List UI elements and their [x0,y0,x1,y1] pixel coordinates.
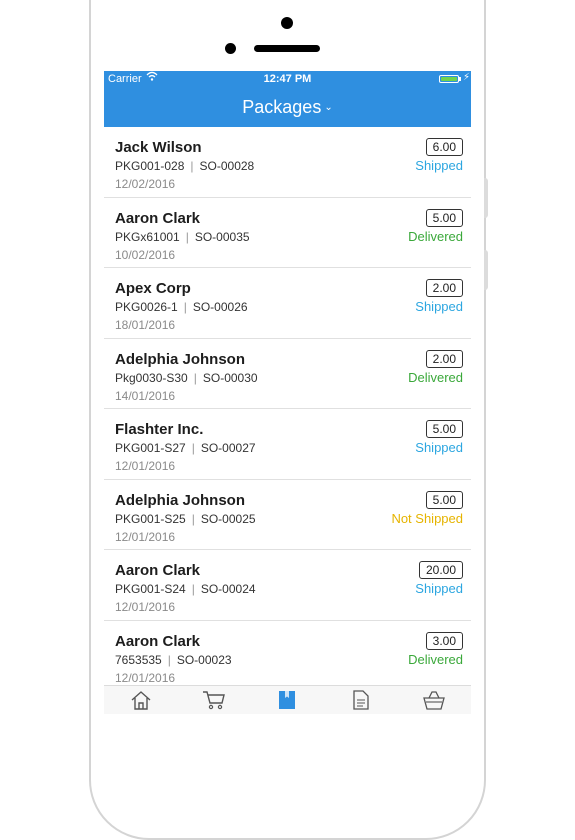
sales-order-number: SO-00030 [202,370,258,385]
basket-icon [423,690,446,714]
tab-cart[interactable] [200,686,228,714]
tab-bar [104,685,471,714]
package-row[interactable]: Aaron Clark PKGx61001 | SO-00035 10/02/201… [104,197,471,268]
package-date: 12/01/2016 [115,529,176,544]
earpiece-speaker [254,45,320,52]
package-row[interactable]: Jack Wilson PKG001-028 | SO-00028 12/02/20… [104,127,471,198]
separator: | [190,159,194,173]
sales-order-number: SO-00027 [200,441,256,455]
tab-basket[interactable] [420,686,448,714]
package-status: Delivered [408,369,463,385]
phone-side-button [484,250,488,290]
package-row[interactable]: Aaron Clark PKG001-S24 | SO-00024 12/01/20… [104,550,471,621]
package-number: PKG001-S27 [115,441,186,455]
package-quantity-badge: 2.00 [425,279,463,297]
home-icon [130,690,152,714]
package-ids: PKGx61001 | SO-00035 [115,230,250,244]
separator: | [191,511,195,526]
package-row[interactable]: Flashter Inc. PKG001-S27 | SO-00027 12/01/… [104,409,471,480]
separator: | [167,652,171,667]
package-status: Shipped [415,299,463,314]
nav-header: Carrier 12:47 PM ⚡ Packages ⌄ [104,71,471,127]
package-number: PKG001-S24 [115,582,186,596]
package-quantity-badge: 5.00 [425,490,463,509]
separator: | [185,229,189,244]
sales-order-number: SO-00024 [200,582,256,596]
sales-order-number: SO-00035 [194,229,250,244]
package-status: Delivered [408,651,463,667]
document-icon [353,690,369,714]
package-date: 18/01/2016 [115,318,176,332]
sales-order-number: SO-00023 [176,652,232,667]
battery-icon [439,75,459,83]
tab-home[interactable] [127,686,155,714]
separator: | [191,441,195,455]
package-quantity-badge: 3.00 [425,631,463,650]
customer-name: Jack Wilson [115,139,202,156]
package-row[interactable]: Adelphia Johnson Pkg0030-S30 | SO-00030 14… [104,338,471,409]
customer-name: Aaron Clark [115,562,201,579]
separator: | [193,370,197,385]
package-number: PKGx61001 [115,229,180,244]
package-icon [278,690,296,714]
package-ids: PKG0026-1 | SO-00026 [115,300,248,314]
customer-name: Aaron Clark [115,632,201,650]
tab-document[interactable] [347,686,375,714]
package-date: 12/01/2016 [115,459,176,473]
package-number: Pkg0030-S30 [115,370,188,385]
battery-tip [459,77,461,81]
customer-name: Flashter Inc. [115,421,204,438]
phone-side-button [484,178,488,218]
package-date: 14/01/2016 [115,388,176,403]
status-bar: Carrier 12:47 PM ⚡ [104,71,471,87]
package-ids: PKG001-S27 | SO-00027 [115,441,256,455]
package-quantity-badge: 2.00 [425,349,463,368]
sales-order-number: SO-00026 [192,300,248,314]
package-date: 12/01/2016 [115,670,176,685]
customer-name: Aaron Clark [115,209,201,227]
package-quantity-badge: 20.00 [418,561,463,579]
sales-order-number: SO-00025 [200,511,256,526]
package-ids: Pkg0030-S30 | SO-00030 [115,371,258,385]
package-status: Delivered [408,228,463,244]
customer-name: Apex Corp [115,280,191,297]
charging-icon: ⚡ [463,72,471,83]
package-date: 12/01/2016 [115,600,176,614]
package-ids: PKG001-028 | SO-00028 [115,159,254,173]
package-quantity-badge: 5.00 [425,420,463,438]
cart-icon [202,690,226,714]
front-camera [281,17,293,29]
package-ids: PKG001-S24 | SO-00024 [115,582,256,596]
customer-name: Adelphia Johnson [115,491,246,509]
package-date: 10/02/2016 [115,247,176,262]
tab-package[interactable] [273,686,301,714]
package-status: Shipped [415,581,463,596]
app-screen: Carrier 12:47 PM ⚡ Packages ⌄ Jack Wilson… [104,71,471,714]
separator: | [191,582,195,596]
package-number: PKG001-S25 [115,511,186,526]
status-time: 12:47 PM [263,73,312,85]
sensor-dot [225,43,236,54]
package-status: Not Shipped [391,510,463,526]
package-ids: PKG001-S25 | SO-00025 [115,512,256,526]
package-row[interactable]: Apex Corp PKG0026-1 | SO-00026 18/01/2016 … [104,268,471,339]
sales-order-number: SO-00028 [199,159,255,173]
package-status: Shipped [415,440,463,455]
package-ids: 7653535 | SO-00023 [115,653,232,667]
customer-name: Adelphia Johnson [115,350,246,368]
package-quantity-badge: 6.00 [425,138,463,156]
package-row[interactable]: Adelphia Johnson PKG001-S25 | SO-00025 12/… [104,479,471,550]
package-number: PKG001-028 [115,159,185,173]
package-quantity-badge: 5.00 [425,208,463,227]
package-row[interactable]: Aaron Clark 7653535 | SO-00023 12/01/2016 … [104,620,471,691]
page-title: Packages [242,97,322,117]
page-title-dropdown[interactable]: Packages ⌄ [104,96,471,119]
package-list: Jack Wilson PKG001-028 | SO-00028 12/02/20… [104,127,471,691]
package-status: Shipped [415,158,463,173]
package-number: 7653535 [115,652,162,667]
package-number: PKG0026-1 [115,300,178,314]
chevron-down-icon: ⌄ [324,102,333,114]
separator: | [183,300,187,314]
package-date: 12/02/2016 [115,177,176,191]
